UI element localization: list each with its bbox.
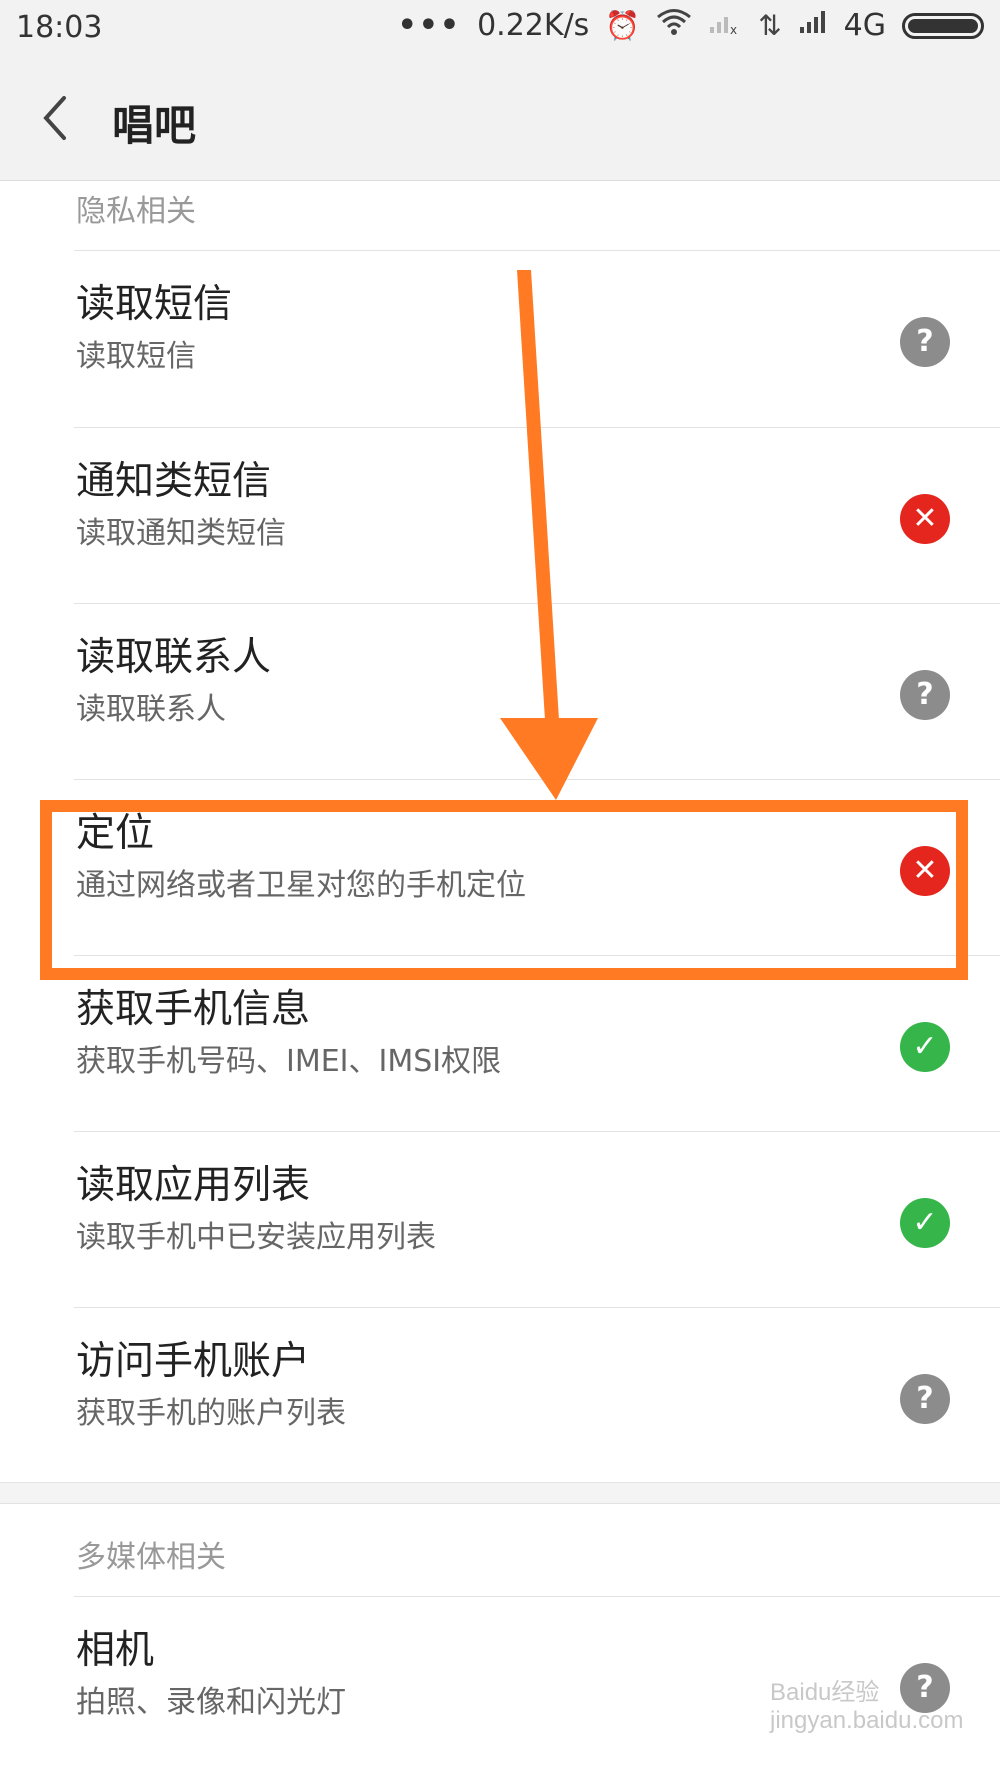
highlight-box [40, 800, 968, 980]
question-icon[interactable]: ? [900, 1374, 950, 1424]
denied-icon[interactable]: ✕ [900, 494, 950, 544]
row-subtitle: 读取联系人 [76, 692, 226, 727]
row-subtitle: 获取手机的账户列表 [76, 1396, 346, 1431]
row-subtitle: 读取手机中已安装应用列表 [76, 1220, 436, 1255]
data-arrows-icon: ⇅ [758, 9, 782, 42]
row-subtitle: 读取短信 [76, 339, 196, 374]
signal-x-icon: x [708, 9, 742, 42]
title-bar: 唱吧 [0, 58, 1000, 181]
battery-icon [902, 12, 984, 39]
row-subtitle: 获取手机号码、IMEI、IMSI权限 [76, 1044, 502, 1079]
permission-row-phone-info[interactable]: 获取手机信息 获取手机号码、IMEI、IMSI权限 ✓ [0, 956, 1000, 1132]
question-icon[interactable]: ? [900, 670, 950, 720]
signal-icon [798, 9, 828, 42]
permission-row-accounts[interactable]: 访问手机账户 获取手机的账户列表 ? [0, 1308, 1000, 1484]
question-icon[interactable]: ? [900, 317, 950, 367]
watermark: Baidu经验 jingyan.baidu.com [770, 1679, 964, 1734]
status-bar: 18:03 ••• 0.22K/s ⏰ x ⇅ 4G [0, 0, 1000, 58]
row-title: 获取手机信息 [76, 987, 311, 1032]
network-speed: 0.22K/s [477, 8, 590, 43]
permission-row-app-list[interactable]: 读取应用列表 读取手机中已安装应用列表 ✓ [0, 1132, 1000, 1308]
svg-text:x: x [730, 23, 737, 35]
row-title: 相机 [76, 1628, 155, 1673]
more-dots-icon: ••• [397, 8, 462, 43]
status-icons: ••• 0.22K/s ⏰ x ⇅ 4G [398, 8, 984, 43]
network-type: 4G [843, 8, 886, 43]
wifi-icon [656, 8, 692, 43]
row-title: 访问手机账户 [76, 1339, 311, 1384]
section-separator [0, 1482, 1000, 1504]
page-title: 唱吧 [112, 101, 197, 150]
row-subtitle: 拍照、录像和闪光灯 [76, 1685, 346, 1720]
row-title: 读取应用列表 [76, 1163, 311, 1208]
row-title: 读取短信 [76, 282, 233, 327]
row-title: 读取联系人 [76, 635, 272, 680]
permission-row-contacts[interactable]: 读取联系人 读取联系人 ? [0, 604, 1000, 780]
section-header-media: 多媒体相关 [76, 1540, 226, 1575]
status-time: 18:03 [16, 10, 103, 45]
allowed-check-icon[interactable]: ✓ [900, 1022, 950, 1072]
permission-row-notification-sms[interactable]: 通知类短信 读取通知类短信 ✕ [0, 428, 1000, 604]
chevron-left-icon [43, 96, 66, 140]
row-title: 通知类短信 [76, 459, 272, 504]
permission-row-sms[interactable]: 读取短信 读取短信 ? [0, 251, 1000, 427]
allowed-check-icon[interactable]: ✓ [900, 1198, 950, 1248]
section-header-privacy: 隐私相关 [76, 194, 196, 229]
back-button[interactable] [36, 88, 96, 148]
alarm-icon: ⏰ [605, 9, 641, 42]
row-subtitle: 读取通知类短信 [76, 516, 286, 551]
